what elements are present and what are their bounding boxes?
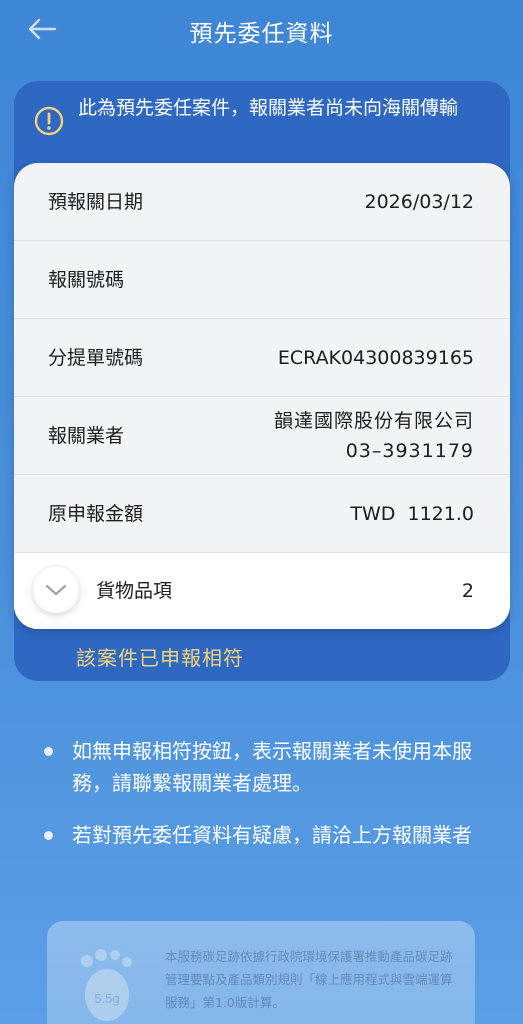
detail-label: 原申報金額 [48, 503, 144, 525]
detail-row-house-bill: 分提單號碼 ECRAK04300839165 [14, 319, 510, 397]
note-item: 若對預先委任資料有疑慮，請洽上方報關業者 [40, 819, 480, 851]
detail-row-original-amount: 原申報金額 TWD 1121.0 [14, 475, 510, 553]
chevron-down-icon [45, 584, 67, 596]
detail-label: 預報關日期 [48, 191, 144, 213]
note-text: 若對預先委任資料有疑慮，請洽上方報關業者 [72, 823, 472, 847]
detail-row-customs-broker: 報關業者 韻達國際股份有限公司 03–3931179 [14, 397, 510, 475]
header-bar: 預先委任資料 [0, 0, 523, 58]
note-item: 如無申報相符按鈕，表示報關業者未使用本服務，請聯繫報關業者處理。 [40, 735, 480, 799]
detail-label: 報關號碼 [48, 269, 125, 291]
footprint-icon: 5.5g [81, 949, 132, 1021]
goods-items-row[interactable]: 貨物品項 2 [14, 553, 510, 629]
detail-value: 韻達國際股份有限公司 03–3931179 [273, 410, 474, 462]
goods-items-count: 2 [461, 580, 474, 602]
notes-list: 如無申報相符按鈕，表示報關業者未使用本服務，請聯繫報關業者處理。 若對預先委任資… [40, 735, 480, 871]
detail-label: 報關業者 [48, 425, 125, 447]
carbon-footprint-card: 5.5g 本服務碳足跡依據行政院環境保護署推動產品碳足跡管理要點及產品類別規則「… [47, 921, 475, 1024]
declaration-matched-status: 該案件已申報相符 [76, 646, 244, 670]
warning-circle-icon [34, 106, 64, 136]
carbon-footprint-text: 本服務碳足跡依據行政院環境保護署推動產品碳足跡管理要點及產品類別規則「線上應用程… [165, 949, 453, 1010]
pre-authorization-notice: 此為預先委任案件，報關業者尚未向海關傳輸 [22, 94, 492, 154]
declaration-details-card: 預報關日期 2026/03/12 報關號碼 分提單號碼 ECRAK0430083… [14, 163, 510, 629]
notice-text: 此為預先委任案件，報關業者尚未向海關傳輸 [78, 97, 459, 119]
detail-value: ECRAK04300839165 [277, 347, 474, 369]
detail-value: 2026/03/12 [364, 191, 474, 213]
page-title: 預先委任資料 [189, 21, 334, 47]
bullet-dot [44, 831, 53, 840]
carbon-badge-text: 5.5g [94, 991, 119, 1006]
detail-row-declaration-number: 報關號碼 [14, 241, 510, 319]
note-text: 如無申報相符按鈕，表示報關業者未使用本服務，請聯繫報關業者處理。 [72, 739, 472, 795]
detail-label: 分提單號碼 [48, 347, 144, 369]
detail-value: TWD 1121.0 [350, 503, 474, 525]
expand-goods-button[interactable] [33, 567, 79, 613]
bullet-dot [44, 747, 53, 756]
detail-row-date: 預報關日期 2026/03/12 [14, 163, 510, 241]
goods-items-label: 貨物品項 [96, 580, 173, 602]
